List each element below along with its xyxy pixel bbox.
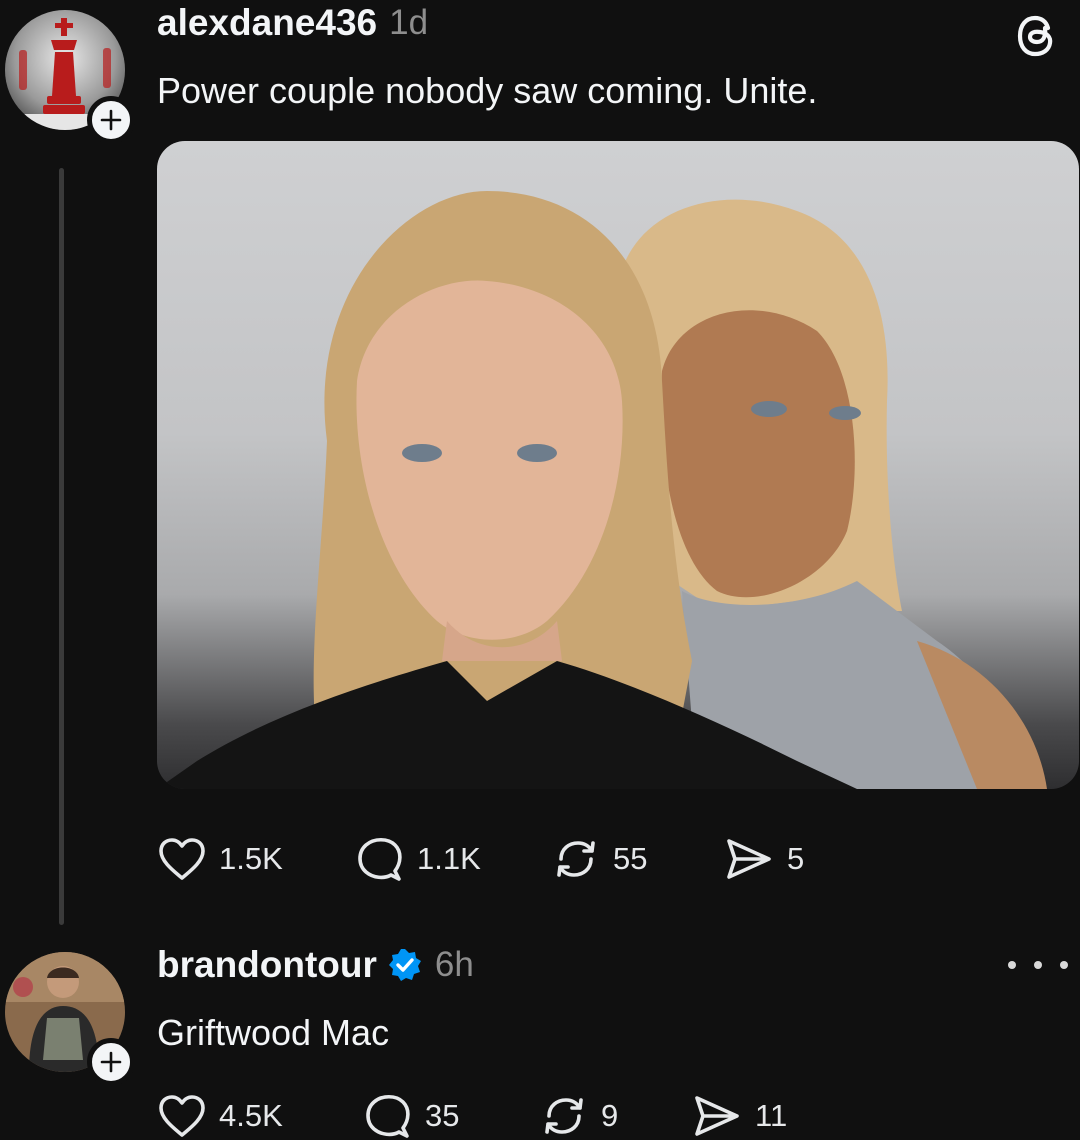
- heart-icon: [159, 838, 205, 880]
- repost-button[interactable]: 55: [551, 835, 723, 883]
- repost-button[interactable]: 9: [539, 1092, 691, 1140]
- reply-count: 1.1K: [417, 841, 481, 876]
- share-count: 5: [787, 841, 805, 876]
- follow-plus-button[interactable]: [87, 96, 135, 144]
- like-count: 4.5K: [219, 1098, 283, 1133]
- post-actions: 1.5K 1.1K 55 5: [157, 835, 804, 883]
- repost-icon: [545, 1098, 583, 1134]
- heart-icon: [159, 1095, 205, 1137]
- reply-button[interactable]: 35: [363, 1092, 539, 1140]
- repost-count: 9: [601, 1098, 619, 1133]
- reply-count: 35: [425, 1098, 460, 1133]
- like-button[interactable]: 1.5K: [157, 836, 355, 882]
- share-button[interactable]: 11: [691, 1092, 787, 1140]
- reply-button[interactable]: 1.1K: [355, 835, 551, 883]
- more-icon: [1008, 961, 1016, 969]
- thread-connector-line: [59, 168, 64, 925]
- post-time: 1d: [389, 3, 429, 42]
- post-image[interactable]: [157, 141, 1079, 789]
- send-icon: [727, 839, 771, 879]
- threads-logo-icon[interactable]: [1006, 6, 1066, 66]
- username[interactable]: alexdane436: [157, 2, 377, 44]
- post-time: 6h: [434, 945, 474, 984]
- post-header: brandontour 6h: [157, 944, 474, 986]
- verified-badge-icon: [388, 949, 421, 981]
- more-options-button[interactable]: [1008, 950, 1068, 980]
- like-button[interactable]: 4.5K: [157, 1093, 363, 1139]
- comment-icon: [358, 837, 402, 881]
- send-icon: [695, 1096, 739, 1136]
- comment-icon: [366, 1094, 410, 1138]
- repost-count: 55: [613, 841, 648, 876]
- plus-icon: [100, 1051, 122, 1073]
- portrait-photo: [157, 191, 1047, 789]
- post-text: Power couple nobody saw coming. Unite.: [157, 70, 818, 111]
- share-count: 11: [755, 1098, 788, 1133]
- post-header: alexdane436 1d: [157, 2, 428, 44]
- follow-plus-button[interactable]: [87, 1038, 135, 1086]
- post-text: Griftwood Mac: [157, 1012, 390, 1053]
- share-button[interactable]: 5: [723, 835, 804, 883]
- like-count: 1.5K: [219, 841, 283, 876]
- repost-icon: [557, 841, 595, 877]
- plus-icon: [100, 109, 122, 131]
- username[interactable]: brandontour: [157, 944, 377, 986]
- post-actions: 4.5K 35 9 11: [157, 1092, 787, 1140]
